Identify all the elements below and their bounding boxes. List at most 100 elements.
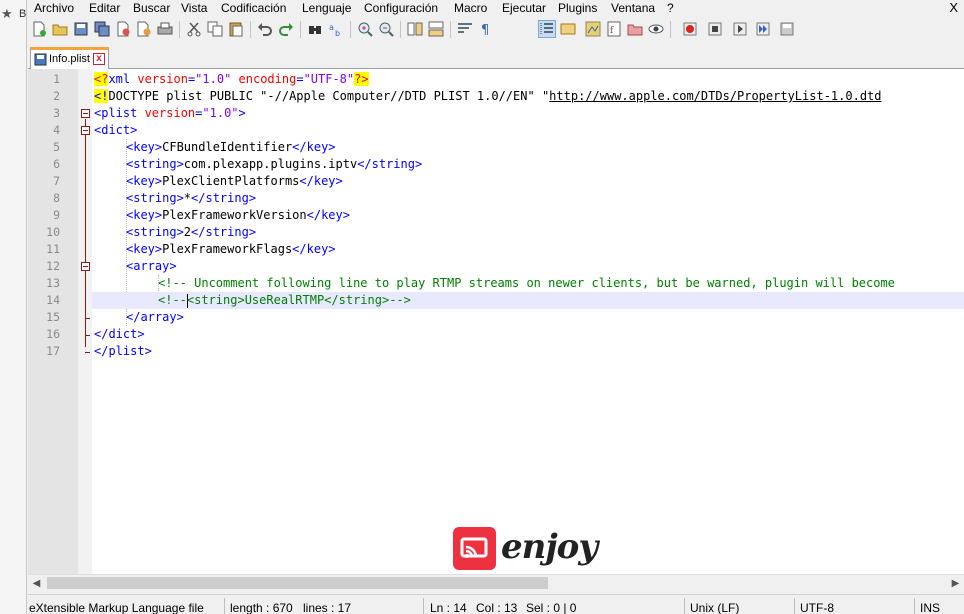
- background-window-label: B: [19, 8, 27, 20]
- enjoy-watermark: enjoy: [453, 527, 598, 571]
- word-wrap-icon[interactable]: [456, 20, 474, 38]
- cut-icon[interactable]: [185, 20, 203, 38]
- folder-workspace-icon[interactable]: [626, 20, 644, 38]
- fold-end-dict: [85, 335, 90, 336]
- code-line-9: <key>PlexFrameworkVersion</key>: [126, 208, 350, 222]
- menu-lenguaje[interactable]: Lenguaje: [302, 1, 351, 15]
- code-area[interactable]: <?xml version="1.0" encoding="UTF-8"?> <…: [92, 69, 964, 574]
- run-macro-multiple-icon[interactable]: [754, 20, 772, 38]
- menu-configuracion[interactable]: Configuración: [364, 1, 438, 15]
- saved-file-icon: [34, 53, 47, 66]
- print-icon[interactable]: [156, 20, 174, 38]
- code-line-16: </dict>: [94, 327, 145, 341]
- doctype-url-link[interactable]: http://www.apple.com/DTDs/PropertyList-1…: [549, 89, 881, 103]
- paste-icon[interactable]: [227, 20, 245, 38]
- line-number: 4: [53, 123, 60, 137]
- scroll-left-icon[interactable]: ◀: [28, 575, 45, 592]
- status-ln: Ln : 14: [430, 601, 467, 614]
- code-line-17: </plist>: [94, 344, 152, 358]
- status-bar: eXtensible Markup Language file length :…: [28, 594, 964, 614]
- line-number: 10: [46, 225, 60, 239]
- document-map-icon[interactable]: [584, 20, 602, 38]
- replace-icon[interactable]: ab: [327, 20, 345, 38]
- monitoring-eye-icon[interactable]: [647, 20, 665, 38]
- star-icon: ★: [1, 6, 13, 21]
- line-number: 8: [53, 191, 60, 205]
- save-macro-icon[interactable]: [778, 20, 796, 38]
- fold-margin: [78, 69, 92, 574]
- menu-editar[interactable]: Editar: [89, 1, 120, 15]
- copy-icon[interactable]: [206, 20, 224, 38]
- code-editor[interactable]: 1 2 3 4 5 6 7 8 9 10 11 12 13 14 15 16 1…: [28, 69, 964, 574]
- menu-bar: Archivo Editar Buscar Vista Codificación…: [28, 0, 964, 17]
- line-number: 14: [46, 293, 60, 307]
- save-icon[interactable]: [72, 20, 90, 38]
- zoom-in-icon[interactable]: [356, 20, 374, 38]
- menu-plugins[interactable]: Plugins: [558, 1, 597, 15]
- code-line-10: <string>2</string>: [126, 225, 257, 239]
- svg-text:¶: ¶: [481, 23, 489, 37]
- line-number: 15: [46, 310, 60, 324]
- tab-bar: Info.plist x: [28, 42, 964, 70]
- line-number: 12: [46, 259, 60, 273]
- code-line-8: <string>*</string>: [126, 191, 257, 205]
- line-number: 2: [53, 89, 60, 103]
- horizontal-scrollbar[interactable]: ◀ ▶: [28, 574, 964, 591]
- close-all-icon[interactable]: [135, 20, 153, 38]
- redo-icon[interactable]: [277, 20, 295, 38]
- save-all-icon[interactable]: [93, 20, 111, 38]
- menu-ventana[interactable]: Ventana: [611, 1, 655, 15]
- svg-text:a: a: [329, 23, 334, 32]
- record-macro-icon[interactable]: [681, 20, 699, 38]
- undo-icon[interactable]: [256, 20, 274, 38]
- fold-toggle-array[interactable]: [81, 262, 90, 271]
- menu-help[interactable]: ?: [667, 1, 674, 15]
- line-number: 13: [46, 276, 60, 290]
- code-line-4: <dict>: [94, 123, 138, 137]
- line-number: 17: [46, 344, 60, 358]
- window-close-button[interactable]: X: [949, 0, 958, 15]
- watermark-text: enjoy: [501, 527, 598, 567]
- new-file-icon[interactable]: [30, 20, 48, 38]
- zoom-out-icon[interactable]: [377, 20, 395, 38]
- indent-guide-icon[interactable]: [538, 20, 556, 38]
- fold-toggle-plist[interactable]: [81, 109, 90, 118]
- screen: ★ B Archivo Editar Buscar Vista Codifica…: [0, 0, 964, 614]
- tab-info-plist[interactable]: Info.plist x: [30, 47, 109, 70]
- toolbar: ab ¶ f: [28, 17, 964, 42]
- show-all-chars-icon[interactable]: ¶: [477, 20, 495, 38]
- menu-ejecutar[interactable]: Ejecutar: [502, 1, 546, 15]
- stop-macro-icon[interactable]: [706, 20, 724, 38]
- line-number: 16: [46, 327, 60, 341]
- status-encoding[interactable]: UTF-8: [800, 601, 834, 614]
- notepadpp-window: Archivo Editar Buscar Vista Codificación…: [28, 0, 964, 614]
- code-line-12: <array>: [126, 259, 177, 273]
- line-number: 7: [53, 174, 60, 188]
- menu-buscar[interactable]: Buscar: [133, 1, 170, 15]
- menu-macro[interactable]: Macro: [454, 1, 487, 15]
- scroll-right-icon[interactable]: ▶: [947, 575, 964, 592]
- play-macro-icon[interactable]: [731, 20, 749, 38]
- fold-end-plist: [85, 352, 90, 353]
- menu-vista[interactable]: Vista: [181, 1, 207, 15]
- cast-logo-icon: [453, 527, 496, 570]
- function-list-icon[interactable]: f: [605, 20, 623, 38]
- user-language-icon[interactable]: [559, 20, 577, 38]
- find-icon[interactable]: [306, 20, 324, 38]
- close-file-icon[interactable]: [114, 20, 132, 38]
- fold-toggle-dict[interactable]: [81, 126, 90, 135]
- scrollbar-thumb[interactable]: [47, 577, 548, 589]
- status-language: eXtensible Markup Language file: [29, 601, 204, 614]
- menu-codificacion[interactable]: Codificación: [221, 1, 286, 15]
- open-file-icon[interactable]: [51, 20, 69, 38]
- sync-vertical-icon[interactable]: [406, 20, 424, 38]
- code-line-13: <!-- Uncomment following line to play RT…: [158, 276, 895, 290]
- menu-archivo[interactable]: Archivo: [34, 1, 74, 15]
- sync-horizontal-icon[interactable]: [427, 20, 445, 38]
- status-eol[interactable]: Unix (LF): [690, 601, 739, 614]
- tab-close-button[interactable]: x: [93, 53, 105, 65]
- fold-line: [85, 119, 86, 347]
- code-line-14-current: <!--<string>UseRealRTMP</string>-->: [92, 292, 964, 309]
- tab-label: Info.plist: [49, 53, 90, 65]
- status-insert-mode: INS: [920, 601, 941, 614]
